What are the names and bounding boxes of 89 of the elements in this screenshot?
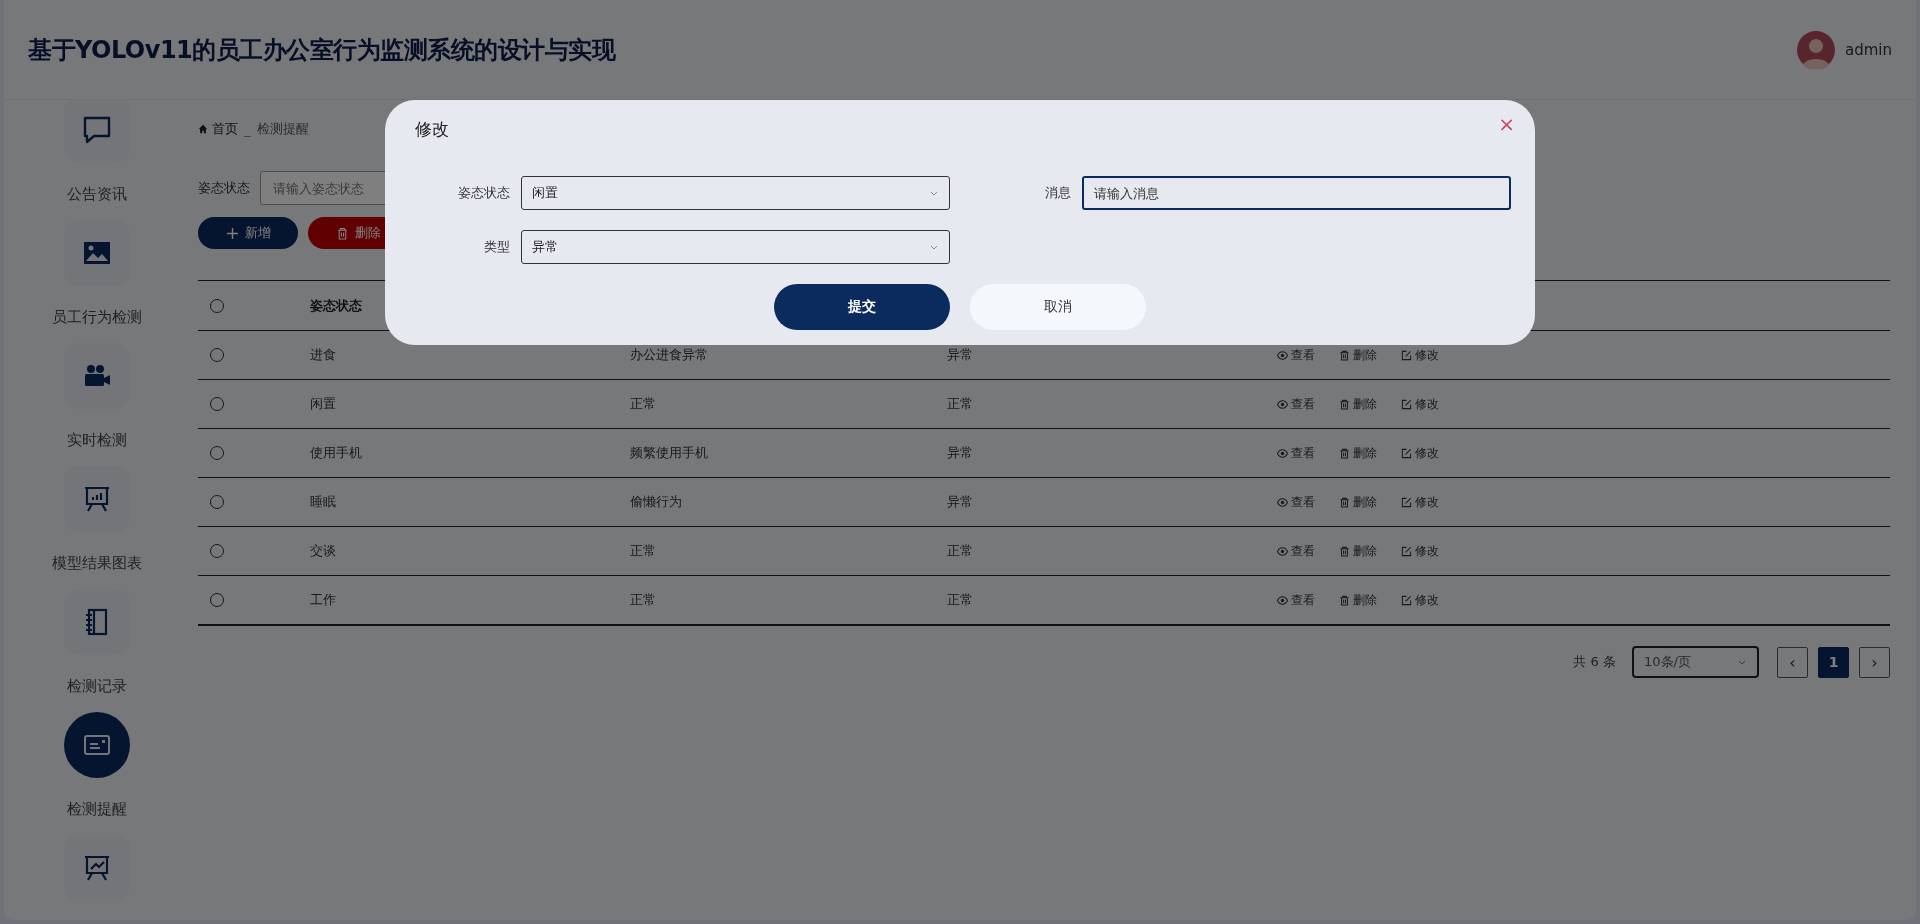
table-cell-text: 频繁使用手机 (630, 444, 709, 462)
eye-icon (1277, 594, 1288, 606)
next-page-button[interactable]: › (1859, 646, 1890, 678)
table-cell-text: 正常 (947, 591, 974, 609)
select-field[interactable]: 闲置 (521, 176, 950, 210)
view-link[interactable]: 查看 (1277, 542, 1315, 560)
close-button[interactable]: × (1494, 112, 1519, 136)
delete-link[interactable]: 删除 (1339, 542, 1377, 560)
page-size-select[interactable]: 10条/页 (1632, 646, 1759, 678)
edit-icon (1401, 398, 1412, 410)
page-button[interactable]: 1 (1818, 646, 1849, 678)
edit-icon (1401, 496, 1412, 508)
table-cell-text: 进食 (310, 346, 337, 364)
edit-icon (1401, 594, 1412, 606)
eye-icon (1277, 398, 1288, 410)
presentation-trend-icon (82, 853, 112, 883)
trash-icon (1339, 398, 1350, 410)
view-link[interactable]: 查看 (1277, 346, 1315, 364)
eye-icon (1277, 447, 1288, 459)
eye-icon (1277, 496, 1288, 508)
home-icon (198, 124, 208, 134)
input-field[interactable]: 请输入消息 (1082, 176, 1511, 210)
sidebar-label[interactable]: 公告资讯 (67, 183, 127, 205)
table-cell-text: 异常 (947, 493, 974, 511)
submit-button[interactable]: 提交 (774, 284, 950, 330)
trash-icon (335, 226, 349, 240)
sidebar-label[interactable]: 员工行为检测 (52, 306, 142, 328)
table-cell-text: 正常 (630, 395, 657, 413)
column-header: 姿态状态 (310, 296, 363, 315)
add-button[interactable]: 新增 (198, 217, 298, 249)
delete-link[interactable]: 删除 (1339, 493, 1377, 511)
delete-link[interactable]: 删除 (1339, 591, 1377, 609)
table-cell-text: 正常 (630, 591, 657, 609)
edit-link[interactable]: 修改 (1401, 493, 1439, 511)
sidebar-label[interactable]: 实时检测 (67, 429, 127, 451)
sidebar-label[interactable]: 检测记录 (67, 675, 127, 697)
breadcrumb-separator: _ (244, 121, 251, 137)
trash-icon (1339, 349, 1350, 361)
cancel-button[interactable]: 取消 (970, 284, 1146, 330)
app-title: 基于YOLOv11的员工办公室行为监测系统的设计与实现 (28, 34, 616, 66)
delete-link[interactable]: 删除 (1339, 346, 1377, 364)
breadcrumb-item: 检测提醒 (256, 120, 309, 138)
table-cell-text: 偷懒行为 (630, 493, 683, 511)
view-link[interactable]: 查看 (1277, 444, 1315, 462)
edit-icon (1401, 447, 1412, 459)
trash-icon (1339, 447, 1350, 459)
table-cell-text: 睡眠 (310, 493, 337, 511)
avatar (1797, 30, 1835, 69)
table-cell-text: 正常 (947, 395, 974, 413)
total-count: 共 6 条 (1573, 653, 1616, 671)
edit-link[interactable]: 修改 (1401, 542, 1439, 560)
table-cell-text: 异常 (947, 444, 974, 462)
sidebar-label[interactable]: 模型结果图表 (52, 552, 142, 574)
trash-icon (1339, 545, 1350, 557)
chat-icon (82, 115, 112, 145)
previous-page-button[interactable]: ‹ (1777, 646, 1808, 678)
dialog-title: 修改 (415, 118, 450, 141)
user-name[interactable]: admin (1845, 40, 1892, 59)
edit-link[interactable]: 修改 (1401, 444, 1439, 462)
presentation-chart-icon (82, 484, 112, 514)
field-label: 类型 (483, 238, 510, 256)
table-cell-text: 工作 (310, 591, 337, 609)
table-cell-text: 正常 (947, 542, 974, 560)
delete-link[interactable]: 删除 (1339, 395, 1377, 413)
eye-icon (1277, 349, 1288, 361)
table-cell-text: 闲置 (310, 395, 337, 413)
table-cell-text: 正常 (630, 542, 657, 560)
edit-link[interactable]: 修改 (1401, 591, 1439, 609)
select-field[interactable]: 异常 (521, 230, 950, 264)
view-link[interactable]: 查看 (1277, 395, 1315, 413)
eye-icon (1277, 545, 1288, 557)
view-link[interactable]: 查看 (1277, 591, 1315, 609)
edit-link[interactable]: 修改 (1401, 346, 1439, 364)
edit-link[interactable]: 修改 (1401, 395, 1439, 413)
edit-icon (1401, 349, 1412, 361)
table-cell-text: 交谈 (310, 542, 337, 560)
table-cell-text: 办公进食异常 (630, 346, 709, 364)
trash-icon (1339, 496, 1350, 508)
edit-icon (1401, 545, 1412, 557)
trash-icon (1339, 594, 1350, 606)
search-label: 姿态状态 (198, 179, 250, 197)
sidebar-label[interactable]: 检测提醒 (67, 798, 127, 820)
view-link[interactable]: 查看 (1277, 493, 1315, 511)
breadcrumb-link[interactable]: 首页 (212, 120, 238, 138)
plus-icon (225, 226, 239, 240)
table-cell-text: 异常 (947, 346, 974, 364)
table-cell-text: 使用手机 (310, 444, 363, 462)
delete-link[interactable]: 删除 (1339, 444, 1377, 462)
field-label: 消息 (1044, 184, 1071, 202)
